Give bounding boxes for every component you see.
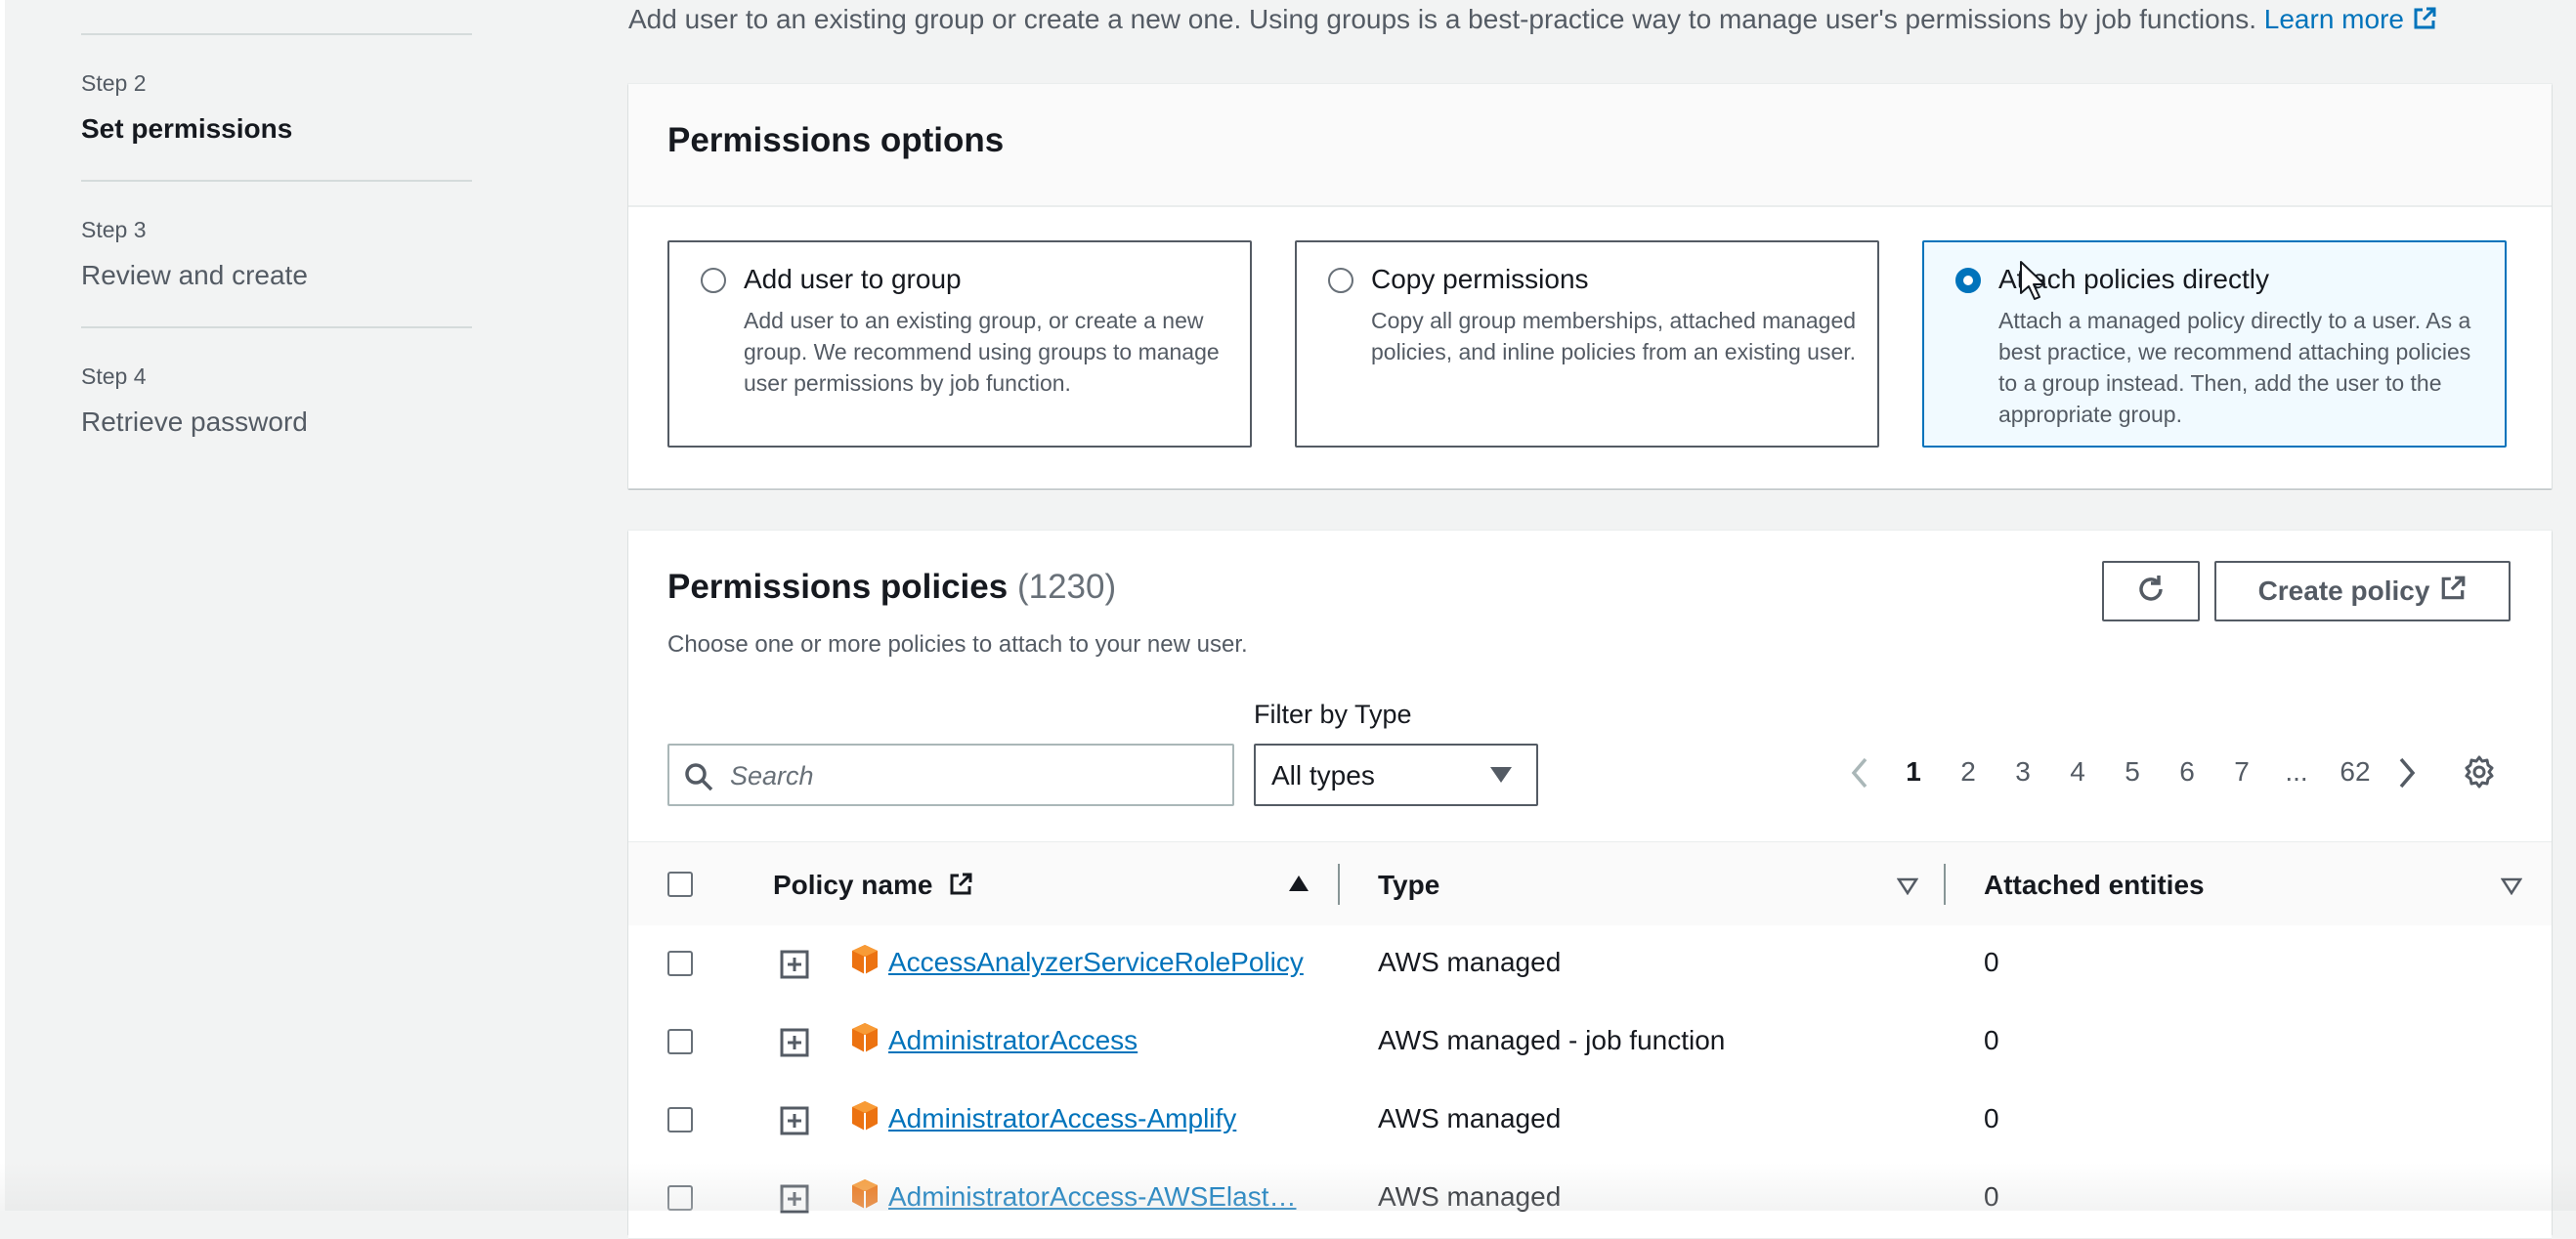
policy-link[interactable]: AccessAnalyzerServiceRolePolicy: [888, 947, 1304, 978]
table-row[interactable]: AdministratorAccess-Amplify AWS managed …: [628, 1082, 2552, 1161]
select-all-checkbox[interactable]: [667, 872, 693, 897]
aws-managed-package-icon: [849, 1021, 880, 1059]
search-input[interactable]: [728, 755, 1221, 796]
page-1[interactable]: 1: [1894, 756, 1933, 788]
permissions-policies-title: Permissions policies (1230): [667, 568, 1116, 607]
permissions-options-panel: Permissions options Add user to group Ad…: [628, 84, 2552, 489]
policy-link[interactable]: AdministratorAccess: [888, 1025, 1138, 1056]
page-5[interactable]: 5: [2113, 756, 2152, 788]
policy-type: AWS managed - job function: [1378, 1025, 1726, 1055]
radio-button-selected[interactable]: [1955, 268, 1981, 293]
step-3-number: Step 3: [81, 217, 147, 242]
step-divider: [81, 326, 472, 328]
step-4-number: Step 4: [81, 363, 147, 389]
page-3[interactable]: 3: [2003, 756, 2042, 788]
row-checkbox[interactable]: [667, 1029, 693, 1054]
table-header: Policy name Type Attached entities: [628, 841, 2552, 928]
attached-entities: 0: [1984, 1103, 1999, 1133]
column-policy-name[interactable]: Policy name: [773, 870, 973, 904]
option-description: Copy all group memberships, attached man…: [1371, 308, 1857, 364]
page-ellipsis: ...: [2285, 756, 2308, 787]
refresh-button[interactable]: [2102, 561, 2200, 621]
external-link-icon: [2412, 6, 2437, 38]
step-2-number: Step 2: [81, 70, 147, 96]
filter-by-type-label: Filter by Type: [1254, 700, 1412, 729]
row-checkbox[interactable]: [667, 951, 693, 976]
attached-entities: 0: [1984, 1025, 1999, 1055]
policy-link[interactable]: AdministratorAccess-AWSElast…: [888, 1181, 1297, 1213]
sort-icon[interactable]: [2500, 877, 2523, 900]
intro-description: Add user to an existing group or create …: [628, 4, 2256, 34]
column-policy-name-label: Policy name: [773, 870, 933, 900]
column-divider[interactable]: [1944, 864, 1946, 905]
page-4[interactable]: 4: [2058, 756, 2097, 788]
external-link-icon: [2439, 575, 2467, 609]
option-add-user-to-group[interactable]: Add user to group Add user to an existin…: [667, 240, 1252, 448]
expand-icon[interactable]: [779, 949, 810, 985]
refresh-icon: [2134, 573, 2168, 611]
policies-title-text: Permissions policies: [667, 568, 1009, 606]
next-page-icon[interactable]: [2397, 756, 2417, 794]
step-2-title: Set permissions: [81, 113, 293, 144]
panel-header: Permissions options: [628, 84, 2552, 207]
wizard-steps: Step 2 Set permissions Step 3 Review and…: [0, 0, 489, 1211]
external-link-icon: [948, 872, 973, 904]
permissions-policies-panel: Permissions policies (1230) Choose one o…: [628, 531, 2552, 1239]
policy-type: AWS managed: [1378, 1103, 1562, 1133]
row-checkbox[interactable]: [667, 1185, 693, 1211]
create-policy-button[interactable]: Create policy: [2214, 561, 2511, 621]
policy-link[interactable]: AdministratorAccess-Amplify: [888, 1103, 1236, 1134]
previous-page-icon[interactable]: [1850, 756, 1869, 794]
option-title: Add user to group: [744, 264, 962, 294]
option-title: Copy permissions: [1371, 264, 1589, 294]
policy-type: AWS managed: [1378, 1181, 1562, 1212]
mouse-cursor-icon: [2019, 260, 2046, 306]
radio-button[interactable]: [701, 268, 726, 293]
row-checkbox[interactable]: [667, 1107, 693, 1132]
expand-icon[interactable]: [779, 1027, 810, 1063]
attached-entities: 0: [1984, 947, 1999, 977]
learn-more-label: Learn more: [2263, 4, 2404, 34]
column-divider[interactable]: [1338, 864, 1340, 905]
aws-managed-package-icon: [849, 943, 880, 981]
option-description: Attach a managed policy directly to a us…: [1998, 308, 2471, 427]
sort-icon[interactable]: [1896, 877, 1919, 900]
step-4-title[interactable]: Retrieve password: [81, 406, 308, 438]
table-row[interactable]: AdministratorAccess-AWSElast… AWS manage…: [628, 1160, 2552, 1239]
option-attach-policies-directly[interactable]: Attach policies directly Attach a manage…: [1922, 240, 2507, 448]
table-row[interactable]: AccessAnalyzerServiceRolePolicy AWS mana…: [628, 925, 2552, 1004]
column-type[interactable]: Type: [1378, 870, 1439, 901]
create-policy-label: Create policy: [2257, 576, 2430, 606]
step-divider: [81, 180, 472, 182]
search-field[interactable]: [667, 744, 1234, 806]
page-6[interactable]: 6: [2168, 756, 2207, 788]
policies-description: Choose one or more policies to attach to…: [667, 631, 1248, 658]
aws-managed-package-icon: [849, 1177, 880, 1216]
step-divider: [81, 33, 472, 35]
expand-icon[interactable]: [779, 1105, 810, 1141]
attached-entities: 0: [1984, 1181, 1999, 1212]
radio-button[interactable]: [1328, 268, 1353, 293]
policy-type: AWS managed: [1378, 947, 1562, 977]
sort-ascending-icon[interactable]: [1289, 876, 1309, 891]
caret-down-icon: [1490, 767, 1512, 783]
type-select-value: All types: [1271, 760, 1375, 790]
policies-count: (1230): [1016, 568, 1117, 606]
column-attached-entities[interactable]: Attached entities: [1984, 870, 2205, 901]
gear-icon[interactable]: [2462, 754, 2497, 794]
page-7[interactable]: 7: [2222, 756, 2261, 788]
step-3-title[interactable]: Review and create: [81, 260, 308, 291]
expand-icon[interactable]: [779, 1183, 810, 1219]
learn-more-link[interactable]: Learn more: [2264, 4, 2437, 34]
intro-text: Add user to an existing group or create …: [628, 4, 2437, 38]
aws-managed-package-icon: [849, 1099, 880, 1137]
page-2[interactable]: 2: [1949, 756, 1988, 788]
type-filter-select[interactable]: All types: [1254, 744, 1538, 806]
table-row[interactable]: AdministratorAccess AWS managed - job fu…: [628, 1004, 2552, 1083]
permissions-options-title: Permissions options: [667, 121, 1005, 159]
page-62[interactable]: 62: [2332, 756, 2379, 788]
option-description: Add user to an existing group, or create…: [744, 308, 1220, 396]
option-copy-permissions[interactable]: Copy permissions Copy all group membersh…: [1295, 240, 1879, 448]
